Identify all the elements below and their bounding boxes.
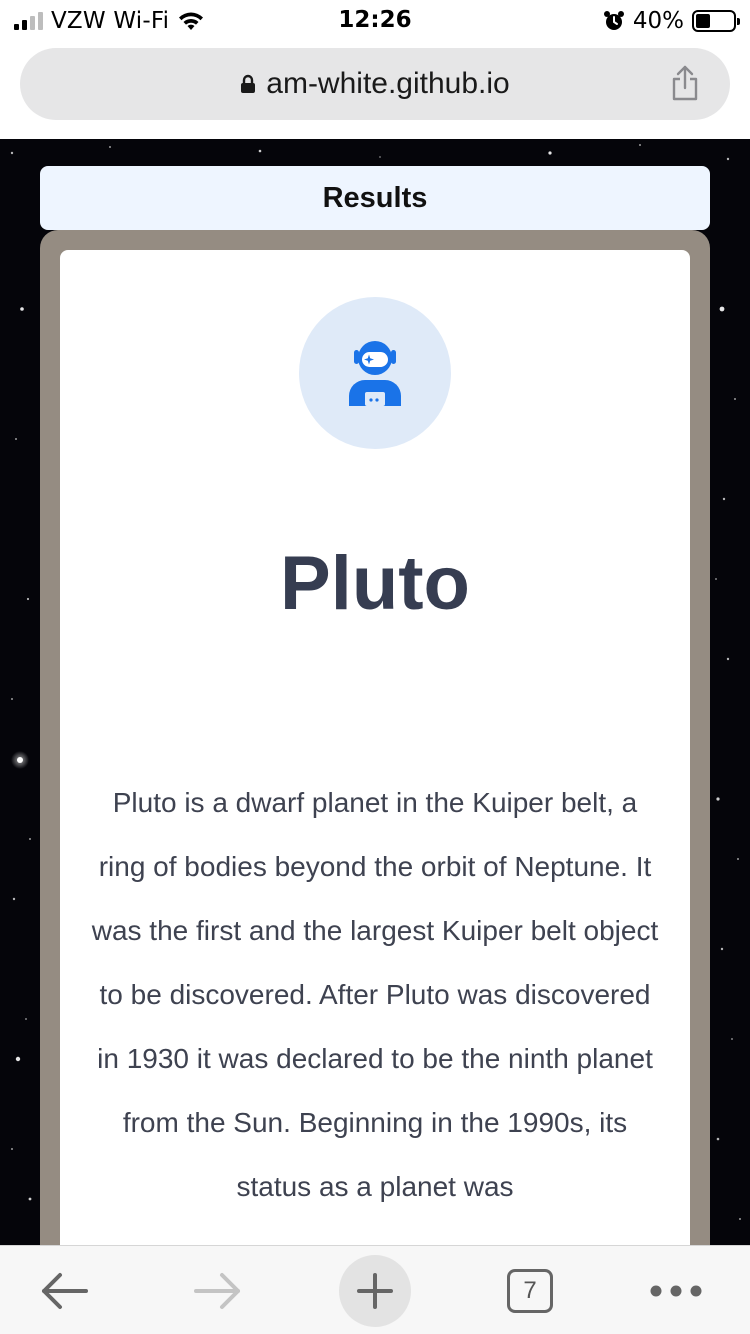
battery-percent: 40% [632,8,684,34]
new-tab-button[interactable] [338,1246,412,1334]
results-header: Results [40,166,710,230]
forward-button[interactable] [182,1246,254,1334]
status-bar: VZW Wi-Fi 12:26 40% [0,0,750,42]
battery-fill [696,14,711,28]
forward-arrow-icon [194,1272,240,1309]
share-icon[interactable] [670,64,700,102]
more-button[interactable] [636,1246,716,1334]
web-page: Results Pluto Pluto is a dwarf planet in… [0,139,750,1245]
url-text[interactable]: am-white.github.io [266,67,509,101]
back-button[interactable] [28,1246,100,1334]
plus-icon [357,1272,393,1309]
alarm-clock-icon [603,11,624,30]
tabs-icon: 7 [507,1268,553,1313]
avatar [299,297,451,449]
planet-card: Pluto Pluto is a dwarf planet in the Kui… [60,250,690,1245]
battery-icon [692,10,740,32]
more-icon [650,1285,702,1296]
url-display[interactable]: am-white.github.io [20,48,730,120]
planet-description: Pluto is a dwarf planet in the Kuiper be… [91,787,659,1202]
browser-toolbar: 7 [0,1245,750,1334]
astronaut-icon [349,341,401,406]
tab-count: 7 [523,1276,537,1304]
back-arrow-icon [42,1272,88,1309]
lock-icon [241,74,256,93]
planet-title: Pluto [280,541,470,626]
address-bar[interactable]: am-white.github.io [20,48,730,120]
tabs-button[interactable]: 7 [494,1246,566,1334]
status-right: 40% [603,8,740,34]
new-tab-circle[interactable] [339,1254,411,1327]
